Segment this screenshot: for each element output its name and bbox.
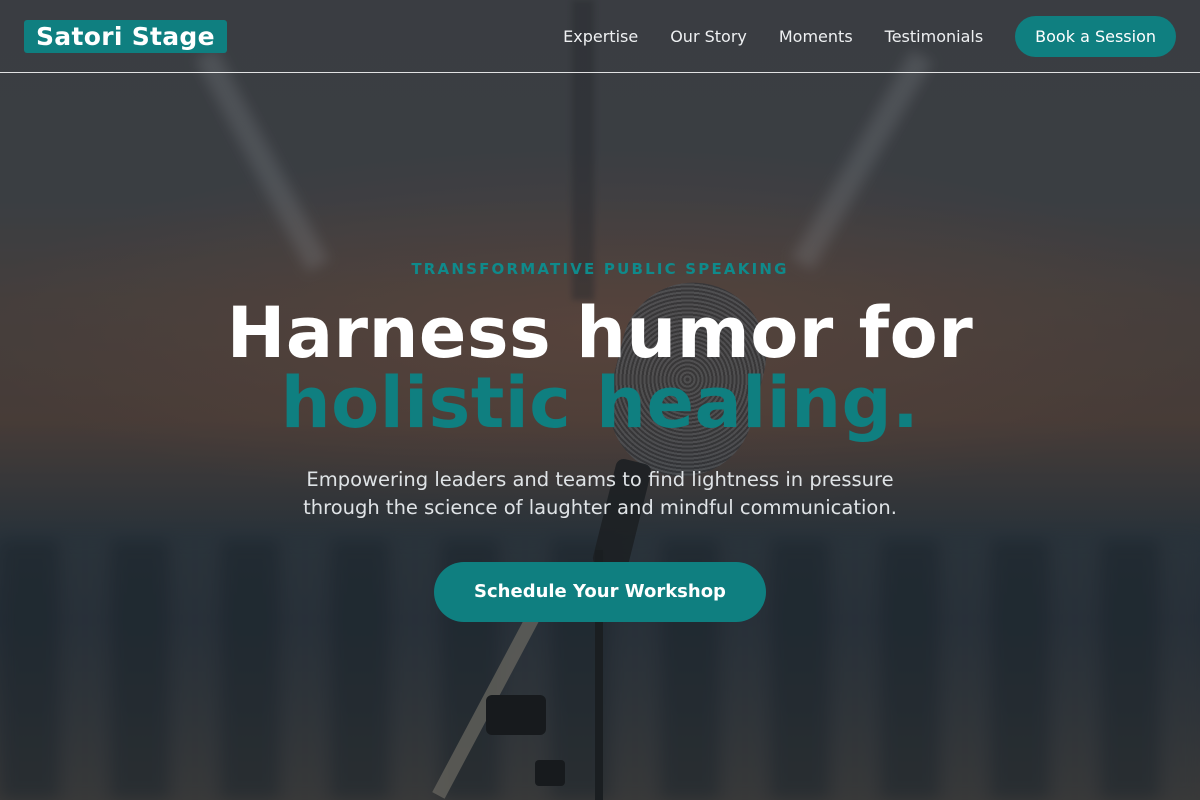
hero-subtitle: Empowering leaders and teams to find lig…	[250, 466, 950, 522]
brand-logo[interactable]: Satori Stage	[24, 19, 227, 53]
hero-section: TRANSFORMATIVE PUBLIC SPEAKING Harness h…	[0, 0, 1200, 800]
schedule-workshop-button[interactable]: Schedule Your Workshop	[434, 562, 766, 622]
nav-links: Expertise Our Story Moments Testimonials…	[531, 15, 1176, 57]
book-session-button[interactable]: Book a Session	[1015, 15, 1176, 57]
nav-link-testimonials[interactable]: Testimonials	[885, 27, 984, 46]
top-navigation-bar: Satori Stage Expertise Our Story Moments…	[0, 0, 1200, 73]
hero-subtitle-line2: through the science of laughter and mind…	[303, 496, 897, 519]
hero-eyebrow: TRANSFORMATIVE PUBLIC SPEAKING	[411, 260, 789, 278]
hero-headline-line2: holistic healing.	[280, 362, 920, 444]
nav-link-expertise[interactable]: Expertise	[563, 27, 638, 46]
hero-subtitle-line1: Empowering leaders and teams to find lig…	[306, 468, 894, 491]
nav-link-our-story[interactable]: Our Story	[670, 27, 747, 46]
nav-link-moments[interactable]: Moments	[779, 27, 853, 46]
